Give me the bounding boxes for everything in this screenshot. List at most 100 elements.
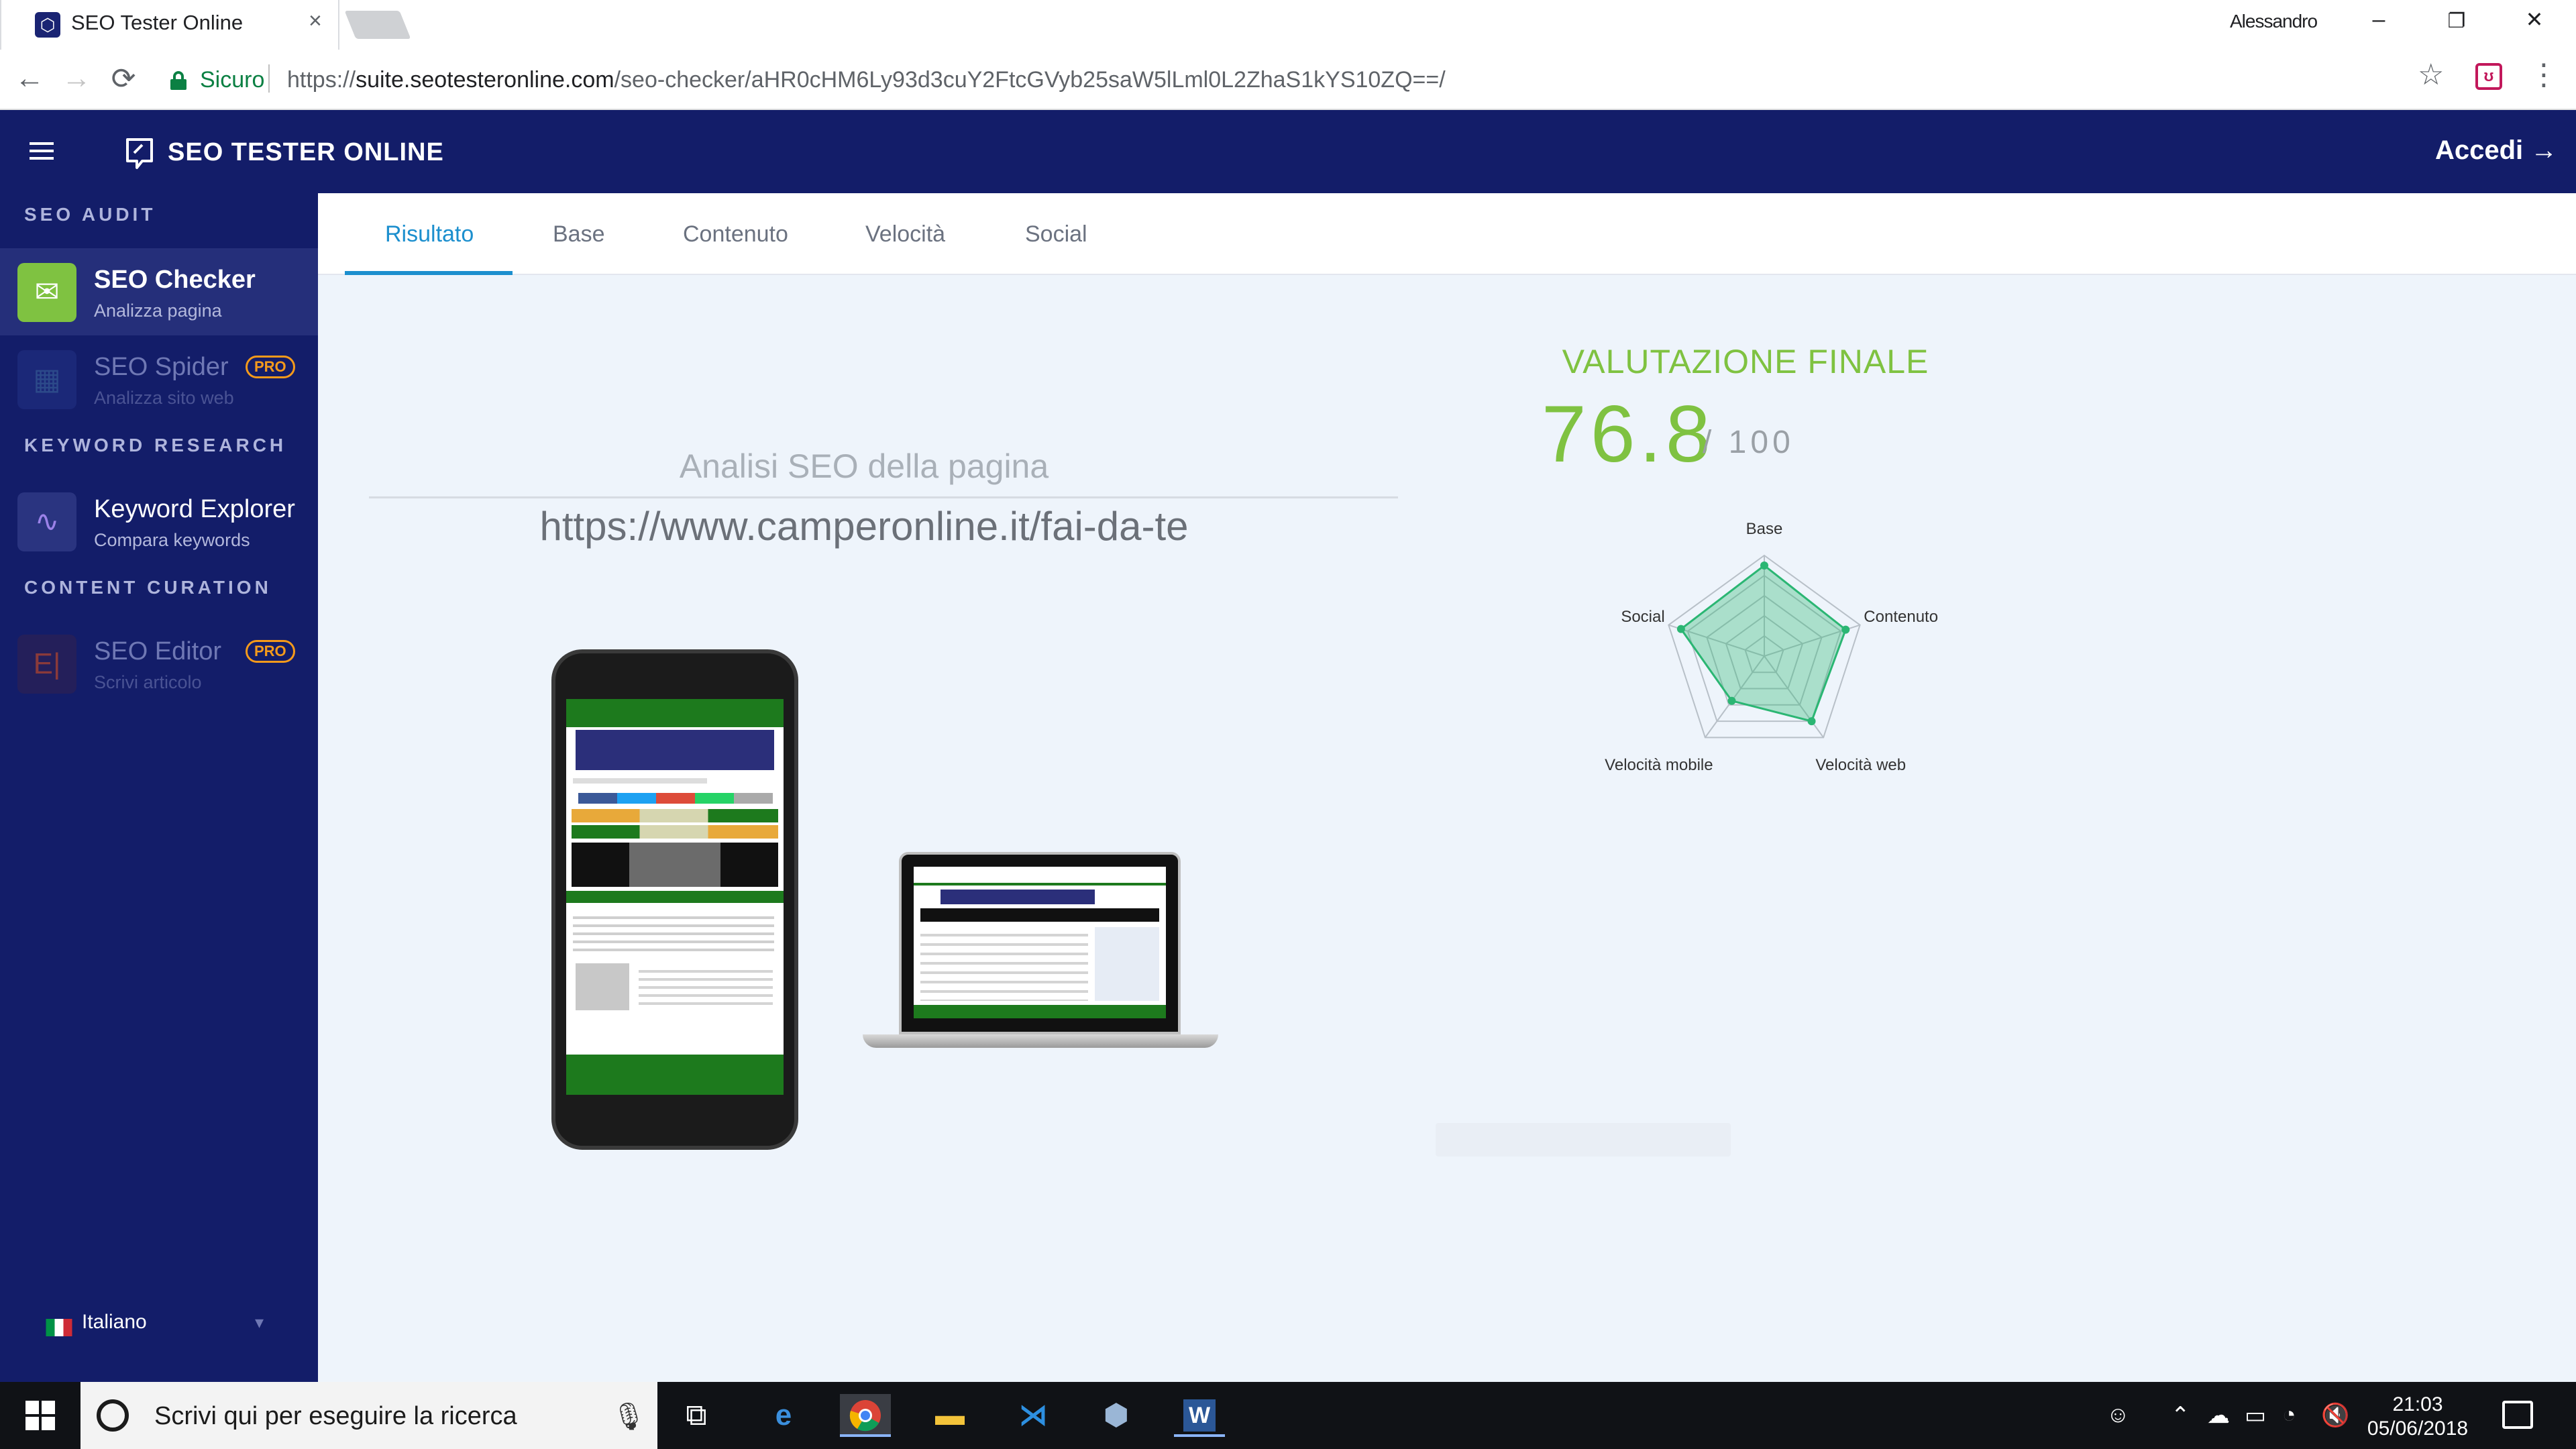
- browser-toolbar: ← → ⟳ Sicuro https://suite.seotesteronli…: [0, 50, 2576, 110]
- reload-icon[interactable]: ⟳: [103, 62, 144, 96]
- chevron-down-icon[interactable]: ▾: [255, 1312, 264, 1333]
- hamburger-menu-icon[interactable]: [30, 142, 54, 160]
- address-separator: [268, 64, 270, 93]
- url-text[interactable]: https://suite.seotesteronline.com/seo-ch…: [287, 67, 1446, 93]
- wifi-icon[interactable]: ◔: [2282, 1402, 2296, 1428]
- italy-flag-icon: [46, 1319, 72, 1336]
- profile-name[interactable]: Alessandro: [2230, 11, 2318, 32]
- lock-icon[interactable]: [170, 71, 186, 90]
- favicon-icon: ⬡: [35, 12, 60, 38]
- mobile-thumbnail: [576, 963, 629, 1010]
- sidebar-item-sub: Analizza sito web: [94, 388, 234, 408]
- analysis-url: https://www.camperonline.it/fai-da-te: [539, 504, 1189, 549]
- radar-axis-label: Velocità mobile: [1605, 756, 1713, 774]
- close-window-icon[interactable]: ✕: [2514, 7, 2555, 32]
- sidebar-item-label: SEO Checker: [94, 266, 256, 294]
- edge-icon[interactable]: e: [758, 1394, 809, 1437]
- mobile-share-bar: [578, 793, 773, 804]
- tab-social[interactable]: Social: [1025, 221, 1087, 248]
- file-explorer-icon[interactable]: ▬: [924, 1394, 975, 1437]
- secure-label[interactable]: Sicuro: [200, 67, 264, 93]
- minimize-icon[interactable]: –: [2359, 7, 2399, 33]
- bookmark-star-icon[interactable]: ☆: [2418, 58, 2444, 92]
- section-title-keyword-research: KEYWORD RESEARCH: [24, 435, 287, 455]
- radar-axis-label: Velocità web: [1815, 756, 1906, 774]
- windows-start-icon[interactable]: [25, 1401, 55, 1430]
- browser-menu-icon[interactable]: ⋮: [2529, 58, 2559, 92]
- task-view-icon[interactable]: ⧉: [671, 1394, 722, 1437]
- new-tab-button[interactable]: [344, 11, 411, 39]
- tab-risultato[interactable]: Risultato: [385, 221, 474, 248]
- taskbar-clock[interactable]: 21:03 05/06/2018: [2364, 1393, 2471, 1441]
- radar-point-1[interactable]: [1841, 625, 1850, 634]
- clock-time: 21:03: [2392, 1393, 2443, 1415]
- sidebar-item-keyword-explorer[interactable]: ∿ Keyword Explorer Compara keywords: [0, 478, 318, 565]
- cortana-icon[interactable]: [97, 1399, 129, 1432]
- login-button[interactable]: Accedi →: [2435, 136, 2557, 166]
- mobile-preview: [551, 649, 798, 1150]
- keyword-icon: ∿: [17, 492, 76, 551]
- microphone-icon[interactable]: 🎙: [612, 1401, 646, 1432]
- box-icon[interactable]: ⬢: [1091, 1394, 1142, 1437]
- volume-muted-icon[interactable]: 🔇: [2321, 1402, 2349, 1429]
- radar-axis-label: Base: [1746, 520, 1783, 538]
- radar-point-0[interactable]: [1760, 561, 1768, 570]
- tab-contenuto[interactable]: Contenuto: [683, 221, 788, 248]
- logo-text[interactable]: SEO TESTER ONLINE: [168, 138, 444, 167]
- forward-icon[interactable]: →: [56, 62, 97, 95]
- radar-point-3[interactable]: [1727, 696, 1736, 705]
- desktop-gallery: [920, 908, 1159, 922]
- browser-tab[interactable]: ⬡ SEO Tester Online ×: [0, 0, 339, 50]
- notifications-icon[interactable]: [2502, 1401, 2533, 1429]
- mobile-text-line: [573, 778, 707, 784]
- desktop-sidebar: [1095, 927, 1159, 1001]
- browser-tab-strip: ⬡ SEO Tester Online × Alessandro – ❐ ✕: [0, 0, 2576, 50]
- app-header: SEO TESTER ONLINE Accedi →: [0, 110, 2576, 193]
- sidebar-item-sub: Compara keywords: [94, 530, 250, 550]
- tab-base[interactable]: Base: [553, 221, 605, 248]
- sidebar-item-seo-checker[interactable]: ✉ SEO Checker Analizza pagina: [0, 248, 318, 335]
- mobile-gallery: [572, 843, 778, 887]
- sidebar-item-label: SEO Spider: [94, 353, 229, 381]
- radar-axis-label: Social: [1621, 608, 1664, 626]
- sidebar-item-seo-editor[interactable]: E| SEO Editor Scrivi articolo PRO: [0, 620, 318, 707]
- show-hidden-icons-icon[interactable]: ⌃: [2171, 1402, 2190, 1429]
- active-tab-indicator: [345, 271, 513, 275]
- address-bar[interactable]: Sicuro https://suite.seotesteronline.com…: [154, 59, 2449, 101]
- url-path: /seo-checker/aHR0cHM6Ly93d3cuY2FtcGVyb25…: [614, 67, 1446, 93]
- clock-date: 05/06/2018: [2367, 1417, 2469, 1440]
- chrome-icon[interactable]: [840, 1394, 891, 1437]
- battery-icon[interactable]: ▭: [2245, 1402, 2266, 1429]
- score-max: / 100: [1703, 425, 1794, 460]
- mobile-banner: [576, 730, 774, 770]
- desktop-preview: [899, 852, 1181, 1034]
- checker-icon: ✉: [17, 263, 76, 322]
- mobile-header: [566, 699, 784, 727]
- spider-icon: ▦: [17, 350, 76, 409]
- tab-close-icon[interactable]: ×: [309, 8, 322, 34]
- tab-velocita[interactable]: Velocità: [865, 221, 945, 248]
- section-title-content-curation: CONTENT CURATION: [24, 577, 272, 598]
- language-selector[interactable]: Italiano: [82, 1311, 147, 1334]
- logo-icon[interactable]: [121, 134, 158, 172]
- taskbar-search[interactable]: Scrivi qui per eseguire la ricerca 🎙: [80, 1382, 657, 1449]
- radar-point-4[interactable]: [1676, 625, 1685, 633]
- score-value: 76.8: [1542, 389, 1715, 479]
- url-host: suite.seotesteronline.com: [356, 67, 614, 93]
- word-icon[interactable]: W: [1174, 1394, 1225, 1437]
- desktop-banner: [941, 890, 1095, 904]
- mobile-screenshot: [566, 699, 784, 1095]
- mobile-buttons-2: [572, 825, 778, 839]
- sidebar-item-label: Keyword Explorer: [94, 495, 295, 523]
- back-icon[interactable]: ←: [9, 62, 50, 95]
- pro-badge: PRO: [246, 356, 295, 378]
- restore-icon[interactable]: ❐: [2436, 9, 2477, 33]
- ublock-icon[interactable]: ʊ: [2475, 63, 2502, 90]
- desktop-footer: [914, 1005, 1166, 1018]
- onedrive-icon[interactable]: ☁: [2207, 1402, 2230, 1429]
- people-icon[interactable]: ☺: [2106, 1402, 2130, 1428]
- vscode-icon[interactable]: ⋊: [1008, 1394, 1059, 1437]
- laptop-base: [863, 1034, 1218, 1048]
- sidebar-item-seo-spider[interactable]: ▦ SEO Spider Analizza sito web PRO: [0, 335, 318, 423]
- radar-point-2[interactable]: [1807, 717, 1816, 726]
